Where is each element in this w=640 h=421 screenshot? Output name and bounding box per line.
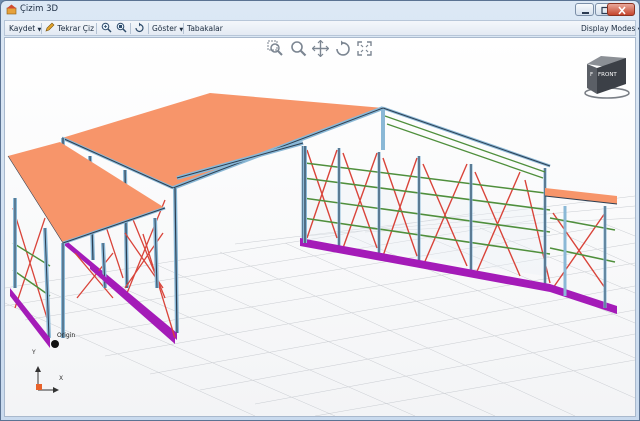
toolbar-separator: [130, 23, 131, 34]
save-label: Kaydet: [9, 24, 36, 33]
save-button[interactable]: Kaydet ▼: [9, 22, 41, 35]
layers-label: Tabakalar: [187, 24, 223, 33]
toolbar-separator: [183, 23, 184, 34]
close-button[interactable]: [607, 3, 635, 16]
minimize-button[interactable]: [575, 3, 594, 16]
show-label: Göster: [152, 24, 177, 33]
pencil-icon: [45, 22, 55, 32]
scene-canvas[interactable]: [5, 38, 635, 416]
fit-all-icon[interactable]: [356, 40, 373, 57]
pan-icon[interactable]: [312, 40, 329, 57]
viewcube-front-label[interactable]: FRONT: [598, 72, 617, 78]
main-window: Çizim 3D Kaydet ▼ Tekrar Çiz Göster ▼ Ta…: [0, 0, 640, 421]
y-axis-label: Y: [32, 349, 36, 356]
redraw-button[interactable]: Tekrar Çiz: [45, 22, 94, 35]
zoom-in-button[interactable]: [101, 22, 112, 35]
toolbar: Kaydet ▼ Tekrar Çiz Göster ▼ Tabakalar D…: [4, 20, 639, 36]
zoom-in-icon: [101, 22, 112, 33]
toolbar-separator: [96, 23, 97, 34]
rotate-icon: [135, 22, 144, 33]
app-icon: [6, 4, 17, 15]
minimize-icon: [582, 12, 589, 14]
display-modes-label: Display Modes: [581, 24, 636, 33]
rotate-button[interactable]: [134, 22, 145, 35]
toolbar-separator: [41, 23, 42, 34]
title-bar[interactable]: Çizim 3D: [1, 1, 639, 19]
zoom-window-icon[interactable]: [267, 40, 284, 57]
zoom-icon[interactable]: [290, 40, 307, 57]
display-modes-button[interactable]: Display Modes ▼: [581, 22, 639, 35]
show-menu-button[interactable]: Göster ▼: [152, 22, 183, 35]
orbit-icon[interactable]: [334, 40, 351, 57]
redraw-label: Tekrar Çiz: [57, 24, 95, 33]
layers-button[interactable]: Tabakalar: [187, 22, 223, 35]
close-icon: [618, 6, 626, 15]
toolbar-separator: [148, 23, 149, 34]
origin-label: Origin: [57, 332, 76, 339]
3d-viewport[interactable]: FRONT F Y X Origin: [4, 37, 636, 417]
x-axis-label: X: [59, 375, 64, 382]
zoom-extents-icon: [116, 22, 127, 33]
viewcube-side-label[interactable]: F: [590, 72, 593, 78]
zoom-extents-button[interactable]: [116, 22, 127, 35]
window-title: Çizim 3D: [20, 4, 59, 14]
